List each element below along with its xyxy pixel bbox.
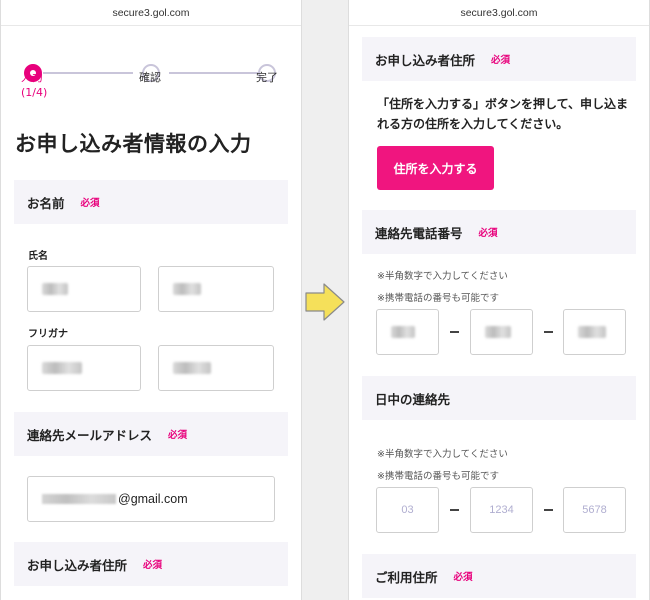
section-title: 連絡先メールアドレス [27, 427, 153, 443]
enter-address-button[interactable]: 住所を入力する [377, 146, 494, 190]
daytime-input-3[interactable]: 5678 [563, 487, 626, 533]
section-email: 連絡先メールアドレス 必須 [14, 412, 288, 456]
placeholder-text: 5678 [582, 504, 607, 516]
required-badge: 必須 [478, 228, 498, 239]
phone-screen-left: secure3.gol.com 入力 (1/4) 確認 完了 お申し込み者情報の… [0, 0, 302, 600]
phone-note-mobile: ※携帯電話の番号も可能です [377, 293, 499, 304]
section-title: 日中の連絡先 [375, 391, 451, 407]
blurred-value [485, 326, 511, 338]
phone-note-halfwidth: ※半角数字で入力してください [377, 271, 508, 282]
required-badge: 必須 [143, 560, 163, 571]
blurred-value [173, 362, 211, 374]
blurred-value [391, 326, 415, 338]
step-label-text: 入力 [21, 71, 43, 84]
address-description: 「住所を入力する」ボタンを押して、申し込まれる方の住所を入力してください。 [377, 97, 629, 131]
section-title: お申し込み者住所 [27, 557, 128, 573]
section-name: お名前 必須 [14, 180, 288, 224]
label-kana: フリガナ [28, 329, 68, 340]
section-phone: 連絡先電話番号 必須 [362, 210, 636, 254]
phone-screen-right: secure3.gol.com お申し込み者住所 必須 「住所を入力する」ボタン… [348, 0, 650, 600]
page-title: お申し込み者情報の入力 [15, 132, 252, 156]
required-badge: 必須 [80, 198, 100, 209]
label-name: 氏名 [28, 251, 48, 262]
step-label-confirm: 確認 [139, 71, 161, 84]
step-label-sub: (1/4) [21, 86, 48, 99]
step-connector [43, 72, 133, 74]
dash-separator [450, 509, 459, 511]
step-connector [169, 72, 259, 74]
email-domain-text: @gmail.com [118, 492, 188, 506]
daytime-note-halfwidth: ※半角数字で入力してください [377, 449, 508, 460]
last-name-kana-input[interactable] [27, 345, 141, 391]
blurred-value [578, 326, 606, 338]
blurred-value [173, 283, 201, 295]
next-arrow-icon [305, 283, 345, 321]
first-name-input[interactable] [158, 266, 274, 312]
section-applicant-address: お申し込み者住所 必須 [14, 542, 288, 586]
section-title: お名前 [27, 195, 65, 211]
blurred-value [42, 362, 82, 374]
section-applicant-address: お申し込み者住所 必須 [362, 37, 636, 81]
url-bar[interactable]: secure3.gol.com [349, 0, 649, 26]
daytime-note-mobile: ※携帯電話の番号も可能です [377, 471, 499, 482]
placeholder-text: 1234 [489, 504, 514, 516]
phone-input-2[interactable] [470, 309, 533, 355]
phone-input-3[interactable] [563, 309, 626, 355]
last-name-input[interactable] [27, 266, 141, 312]
first-name-kana-input[interactable] [158, 345, 274, 391]
daytime-input-1[interactable]: 03 [376, 487, 439, 533]
section-daytime-contact: 日中の連絡先 [362, 376, 636, 420]
blurred-value [42, 494, 116, 504]
url-text: secure3.gol.com [112, 6, 190, 19]
dash-separator [450, 331, 459, 333]
section-usage-address: ご利用住所 必須 [362, 554, 636, 598]
section-title: ご利用住所 [375, 569, 438, 585]
email-input[interactable]: @gmail.com [27, 476, 275, 522]
dash-separator [544, 509, 553, 511]
daytime-input-2[interactable]: 1234 [470, 487, 533, 533]
placeholder-text: 03 [401, 504, 414, 516]
blurred-value [42, 283, 68, 295]
phone-input-1[interactable] [376, 309, 439, 355]
section-title: 連絡先電話番号 [375, 225, 463, 241]
required-badge: 必須 [168, 430, 188, 441]
required-badge: 必須 [453, 572, 473, 583]
required-badge: 必須 [491, 55, 511, 66]
dash-separator [544, 331, 553, 333]
url-bar[interactable]: secure3.gol.com [1, 0, 301, 26]
section-title: お申し込み者住所 [375, 52, 476, 68]
url-text: secure3.gol.com [460, 6, 538, 19]
step-label-complete: 完了 [256, 71, 278, 84]
step-label-input: 入力 (1/4) [21, 70, 47, 100]
